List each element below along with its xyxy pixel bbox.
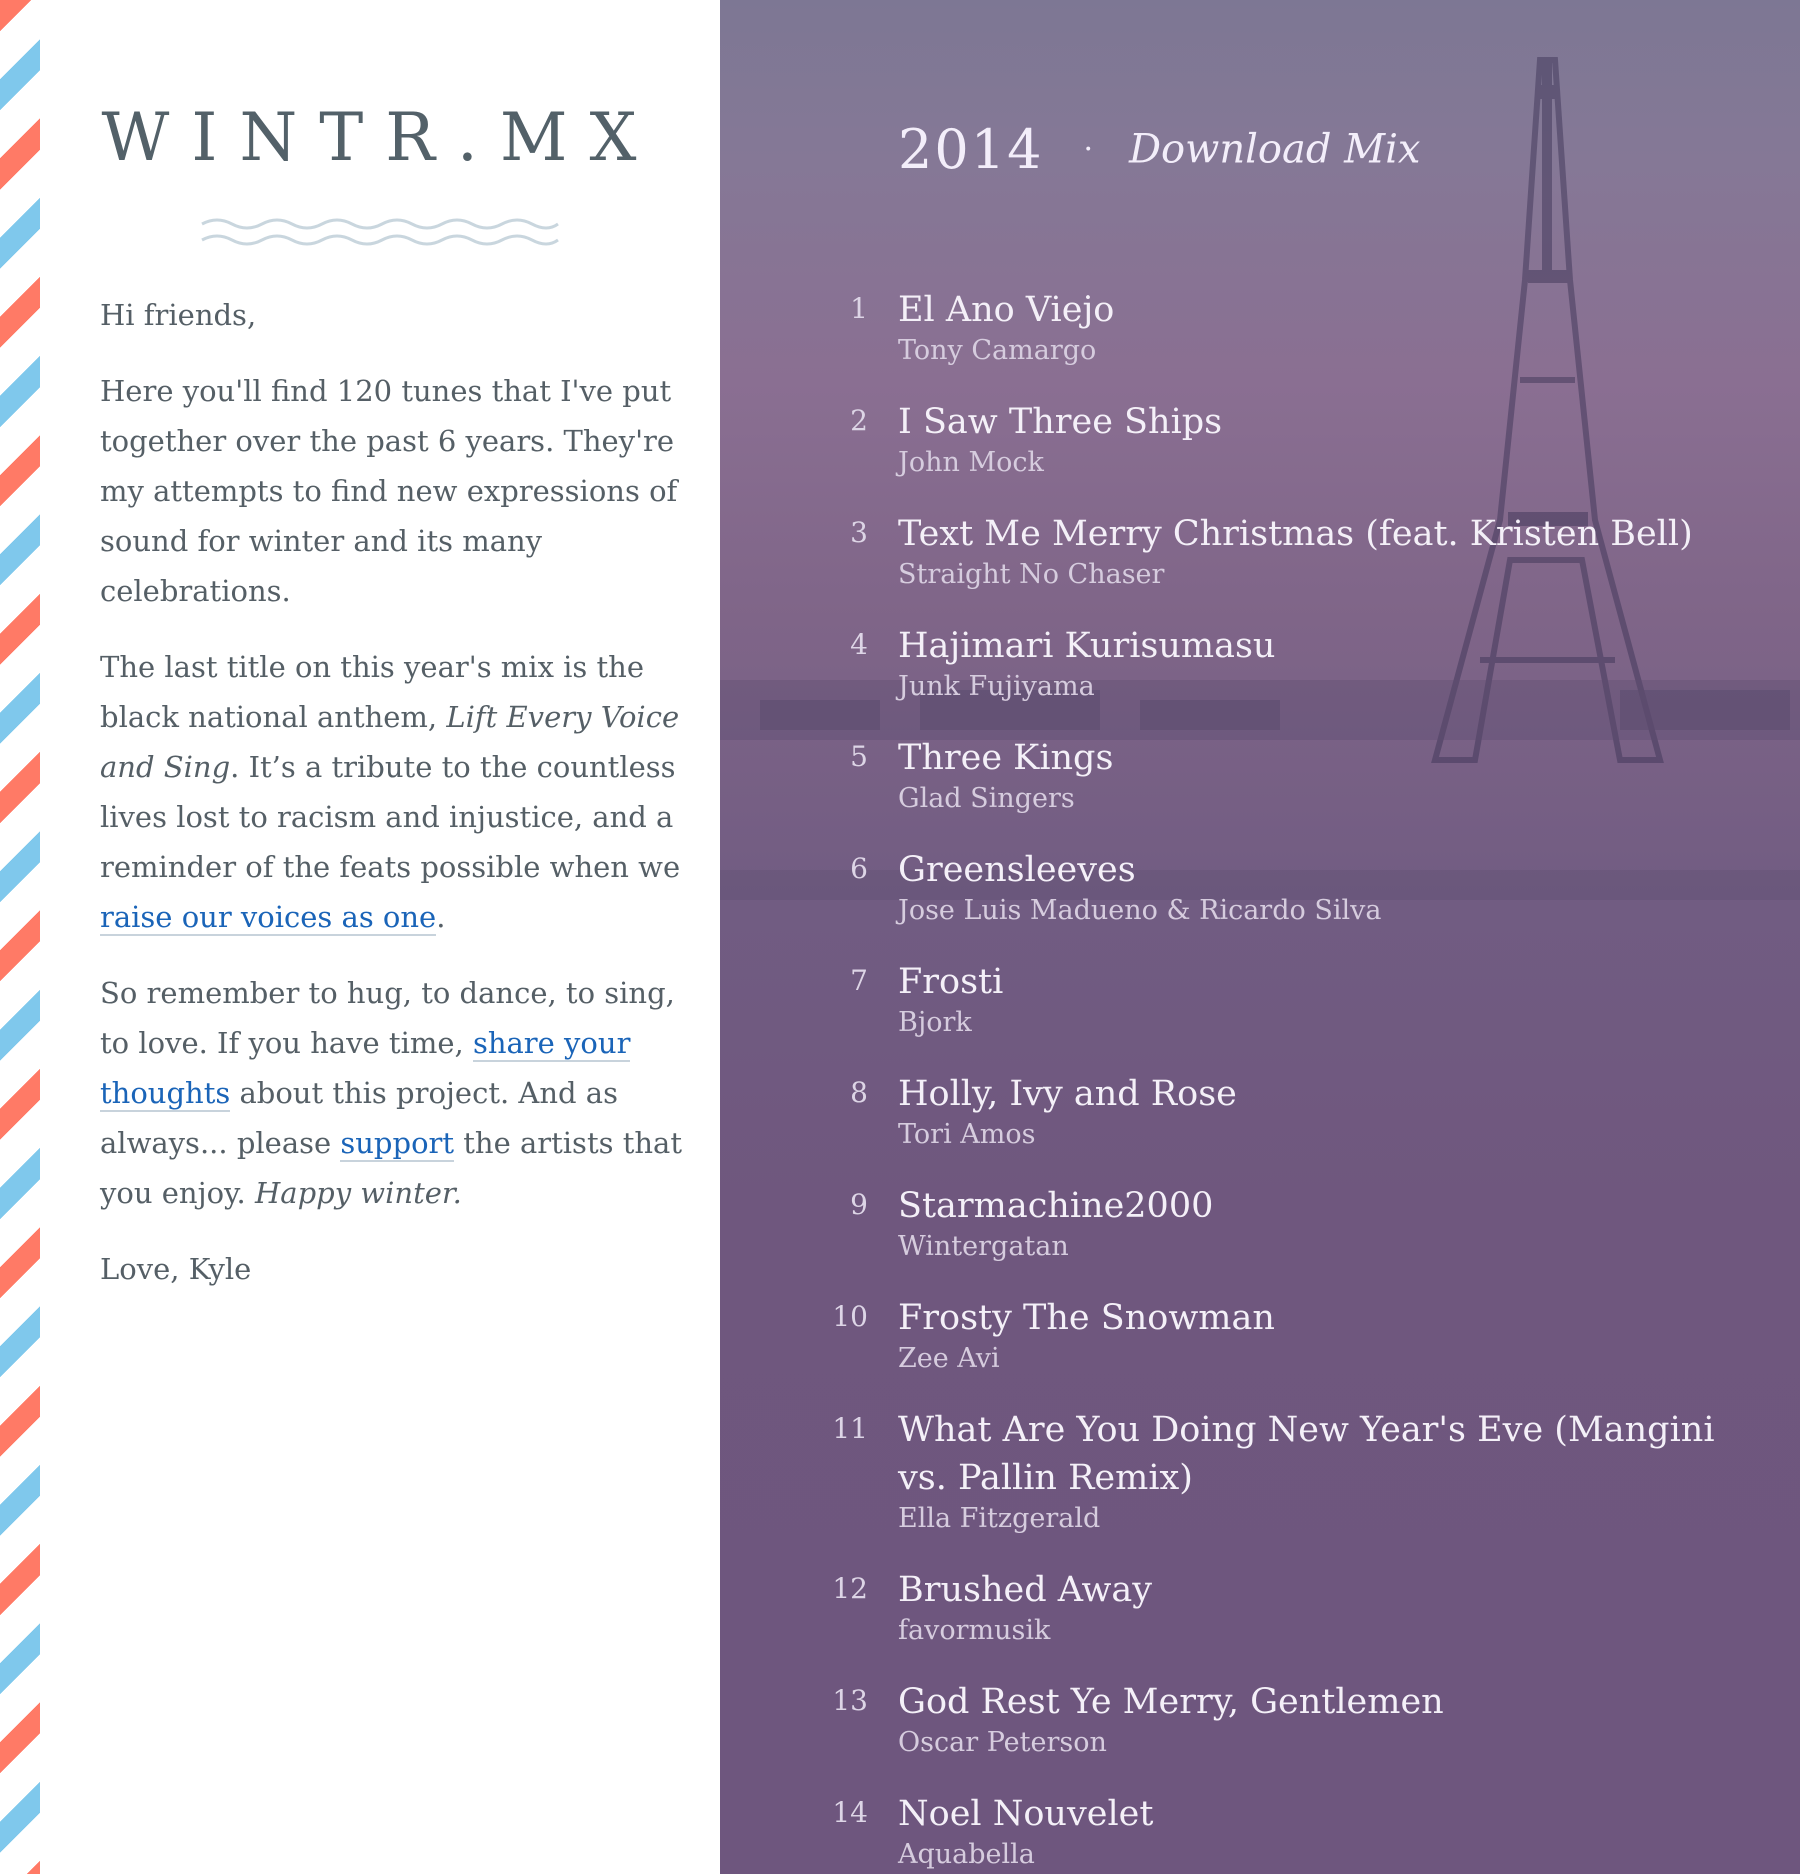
track-artist: Tori Amos <box>898 1119 1036 1150</box>
track-item[interactable]: 1 El Ano Viejo Tony Camargo <box>720 286 1800 368</box>
mix-panel: 2014 · Download Mix 1 El Ano Viejo Tony Cama… <box>720 0 1800 1874</box>
letter-paragraph-intro: Here you'll find 120 tunes that I've put… <box>100 374 678 608</box>
support-link[interactable]: support <box>340 1126 455 1162</box>
track-number: 14 <box>832 1796 868 1829</box>
track-item[interactable]: 7 Frosti Bjork <box>720 958 1800 1040</box>
track-number: 10 <box>832 1300 868 1333</box>
track-number: 4 <box>850 628 868 661</box>
track-title: Frosty The Snowman <box>898 1298 1275 1338</box>
track-item[interactable]: 11 What Are You Doing New Year's Eve (Man… <box>720 1406 1800 1536</box>
download-mix-button[interactable]: Download Mix <box>1129 127 1421 173</box>
track-artist: Tony Camargo <box>898 335 1097 366</box>
text-span: . <box>436 900 446 934</box>
letter-paragraph-closing: So remember to hug, to dance, to sing, t… <box>100 968 695 1218</box>
header-separator: · <box>1083 132 1093 167</box>
track-item[interactable]: 14 Noel Nouvelet Aquabella <box>720 1790 1800 1872</box>
airmail-stripe-border <box>0 0 40 1874</box>
mix-header: 2014 · Download Mix <box>898 118 1421 188</box>
letter-panel: WINTR.MX Hi friends, Here you'll find 12… <box>40 0 720 1874</box>
happy-winter-text: Happy winter. <box>255 1176 462 1210</box>
track-number: 9 <box>850 1188 868 1221</box>
track-item[interactable]: 8 Holly, Ivy and Rose Tori Amos <box>720 1070 1800 1152</box>
track-title: Noel Nouvelet <box>898 1794 1154 1834</box>
track-item[interactable]: 4 Hajimari Kurisumasu Junk Fujiyama <box>720 622 1800 704</box>
letter-paragraph-anthem: The last title on this year's mix is the… <box>100 642 695 942</box>
track-title: What Are You Doing New Year's Eve (Mangi… <box>898 1410 1715 1498</box>
track-title: God Rest Ye Merry, Gentlemen <box>898 1682 1444 1722</box>
track-artist: Jose Luis Madueno & Ricardo Silva <box>898 895 1382 926</box>
track-number: 6 <box>850 852 868 885</box>
track-title: Frosti <box>898 962 1004 1002</box>
track-item[interactable]: 9 Starmachine2000 Wintergatan <box>720 1182 1800 1264</box>
track-item[interactable]: 10 Frosty The Snowman Zee Avi <box>720 1294 1800 1376</box>
track-title: I Saw Three Ships <box>898 402 1223 442</box>
track-artist: Wintergatan <box>898 1231 1069 1262</box>
track-number: 5 <box>850 740 868 773</box>
track-item[interactable]: 13 God Rest Ye Merry, Gentlemen Oscar Pete… <box>720 1678 1800 1760</box>
track-artist: Aquabella <box>898 1839 1035 1870</box>
raise-voices-link[interactable]: raise our voices as one <box>100 900 437 936</box>
track-title: Greensleeves <box>898 850 1136 890</box>
track-item[interactable]: 2 I Saw Three Ships John Mock <box>720 398 1800 480</box>
track-title: Holly, Ivy and Rose <box>898 1074 1237 1114</box>
greeting: Hi friends, <box>100 298 257 332</box>
track-artist: Straight No Chaser <box>898 559 1165 590</box>
track-item[interactable]: 3 Text Me Merry Christmas (feat. Kristen … <box>720 510 1800 592</box>
track-number: 1 <box>850 292 868 325</box>
site-logo[interactable]: WINTR.MX <box>100 105 660 171</box>
letter-body: Hi friends, Here you'll find 120 tunes t… <box>100 290 695 1320</box>
track-number: 13 <box>832 1684 868 1717</box>
track-artist: Zee Avi <box>898 1343 1000 1374</box>
track-number: 8 <box>850 1076 868 1109</box>
track-number: 3 <box>850 516 868 549</box>
track-artist: John Mock <box>898 447 1044 478</box>
track-title: Three Kings <box>898 738 1114 778</box>
track-item[interactable]: 5 Three Kings Glad Singers <box>720 734 1800 816</box>
track-list: 1 El Ano Viejo Tony Camargo 2 I Saw Three Sh… <box>720 286 1800 1874</box>
track-item[interactable]: 12 Brushed Away favormusik <box>720 1566 1800 1648</box>
track-number: 7 <box>850 964 868 997</box>
track-artist: Oscar Peterson <box>898 1727 1107 1758</box>
track-artist: Bjork <box>898 1007 972 1038</box>
track-item[interactable]: 6 Greensleeves Jose Luis Madueno & Ricardo… <box>720 846 1800 928</box>
track-artist: favormusik <box>898 1615 1051 1646</box>
track-title: Text Me Merry Christmas (feat. Kristen B… <box>898 514 1693 554</box>
track-title: Hajimari Kurisumasu <box>898 626 1276 666</box>
track-title: Brushed Away <box>898 1570 1153 1610</box>
track-title: Starmachine2000 <box>898 1186 1214 1226</box>
track-number: 2 <box>850 404 868 437</box>
track-artist: Junk Fujiyama <box>898 671 1095 702</box>
track-title: El Ano Viejo <box>898 290 1115 330</box>
track-number: 12 <box>832 1572 868 1605</box>
mix-year[interactable]: 2014 <box>898 118 1043 181</box>
track-artist: Ella Fitzgerald <box>898 1503 1101 1534</box>
signoff: Love, Kyle <box>100 1252 252 1286</box>
wave-divider <box>201 218 559 246</box>
track-number: 11 <box>832 1412 868 1445</box>
track-artist: Glad Singers <box>898 783 1075 814</box>
